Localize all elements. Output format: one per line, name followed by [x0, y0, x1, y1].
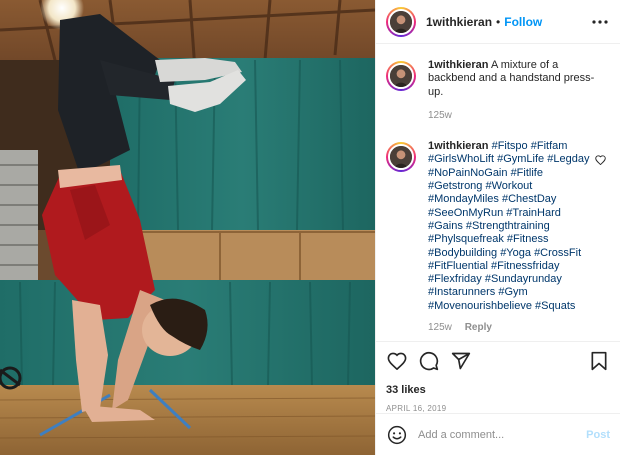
hashtag-link[interactable]: #SeeOnMyRun	[428, 207, 503, 219]
comment-username[interactable]: 1withkieran	[428, 59, 489, 71]
share-icon[interactable]	[450, 350, 472, 372]
hashtag-link[interactable]: #GymLife	[497, 153, 544, 165]
handstand-photo-illustration	[0, 0, 375, 455]
like-comment-heart-icon[interactable]	[595, 152, 606, 170]
username-link[interactable]: 1withkieran	[426, 15, 492, 29]
avatar-image	[390, 65, 412, 87]
caption-comment: 1withkieran A mixture of a backbend and …	[386, 59, 608, 122]
avatar-image	[390, 146, 412, 169]
hashtag-link[interactable]: #ChestDay	[502, 193, 556, 205]
bookmark-icon[interactable]	[588, 350, 610, 372]
hashtag-link[interactable]: #GirlsWhoLift	[428, 153, 494, 165]
comment-username[interactable]: 1withkieran	[428, 140, 489, 152]
hashtag-link[interactable]: #Bodybuilding	[428, 247, 497, 259]
avatar[interactable]	[386, 142, 416, 173]
hashtag-link[interactable]: #Fitspo	[492, 140, 528, 152]
more-icon[interactable]	[590, 12, 610, 32]
add-comment-bar: Post	[376, 413, 620, 455]
hashtag-link[interactable]: #Legday	[547, 153, 589, 165]
avatar[interactable]	[386, 61, 416, 91]
hashtag-link[interactable]: #Phylsquefreak	[428, 233, 504, 245]
hashtag-link[interactable]: #FitFluential	[428, 260, 488, 272]
comment-icon[interactable]	[418, 350, 440, 372]
hashtag-link[interactable]: #Gains	[428, 220, 463, 232]
hashtag-link[interactable]: #Workout	[485, 180, 532, 192]
hashtag-link[interactable]: #CrossFit	[534, 247, 581, 259]
separator-dot: •	[496, 14, 501, 29]
post-comment-button[interactable]: Post	[586, 429, 610, 441]
hashtag-link[interactable]: #NoPainNoGain	[428, 167, 508, 179]
hashtag-comment: 1withkieran #Fitspo #Fitfam #GirlsWhoLif…	[386, 140, 608, 334]
hashtag-link[interactable]: #Strengthtraining	[466, 220, 550, 232]
comment-time[interactable]: 125w	[428, 322, 452, 333]
comment-time[interactable]: 125w	[428, 110, 452, 121]
post-photo[interactable]	[0, 0, 375, 455]
likes-count[interactable]: 33 likes	[386, 384, 610, 396]
hashtag-link[interactable]: #Instarunners	[428, 286, 495, 298]
follow-button[interactable]: Follow	[504, 15, 542, 29]
comments-list[interactable]: 1withkieran A mixture of a backbend and …	[376, 45, 620, 341]
hashtag-link[interactable]: #Getstrong	[428, 180, 482, 192]
hashtag-link[interactable]: #MondayMiles	[428, 193, 499, 205]
hashtag-link[interactable]: #TrainHard	[506, 207, 561, 219]
avatar-image	[390, 10, 412, 33]
emoji-icon[interactable]	[386, 424, 408, 446]
hashtag-link[interactable]: #Movenourishbelieve	[428, 300, 532, 312]
reply-button[interactable]: Reply	[465, 322, 492, 333]
comment-input[interactable]	[418, 428, 587, 441]
post-header: 1withkieran • Follow	[376, 0, 620, 44]
post-details-panel: 1withkieran • Follow 1withkieran A mixtu…	[375, 0, 620, 455]
hashtag-link[interactable]: #Fitfam	[531, 140, 568, 152]
hashtag-link[interactable]: #Fitnessfriday	[491, 260, 559, 272]
post-actions: 33 likes APRIL 16, 2019	[376, 341, 620, 413]
hashtag-link[interactable]: #Fitness	[507, 233, 549, 245]
hashtag-link[interactable]: #Yoga	[500, 247, 531, 259]
hashtag-link[interactable]: #Fitlife	[511, 167, 543, 179]
heart-icon[interactable]	[386, 350, 408, 372]
post-date[interactable]: APRIL 16, 2019	[386, 404, 610, 413]
hashtag-link[interactable]: #Gym	[498, 286, 527, 298]
hashtag-link[interactable]: #Squats	[535, 300, 575, 312]
avatar[interactable]	[386, 6, 416, 37]
hashtag-link[interactable]: #Flexfriday	[428, 273, 482, 285]
hashtag-link[interactable]: #Sundayrunday	[485, 273, 562, 285]
